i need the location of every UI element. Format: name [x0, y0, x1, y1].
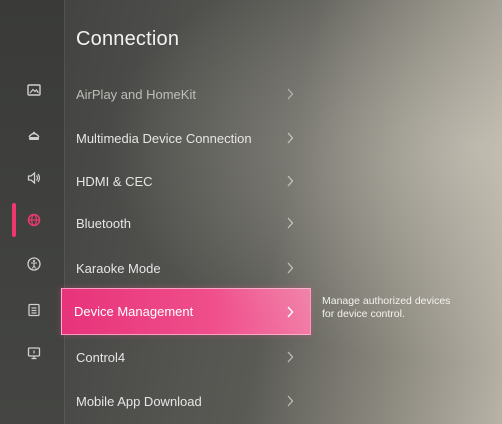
- chevron-right-icon: [287, 395, 294, 407]
- menu-item-control4[interactable]: Control4: [64, 335, 310, 379]
- menu-item-device-management[interactable]: Device Management: [61, 288, 311, 335]
- menu-item-mobile-app-download[interactable]: Mobile App Download: [64, 379, 310, 423]
- menu-item-label: Multimedia Device Connection: [76, 130, 252, 146]
- menu-item-label: AirPlay and HomeKit: [76, 86, 196, 102]
- selected-item-description: Manage authorized devices for device con…: [322, 295, 492, 321]
- monitor-info-icon[interactable]: [26, 345, 42, 361]
- menu-item-karaoke-mode[interactable]: Karaoke Mode: [64, 246, 310, 290]
- sidebar-active-indicator: [12, 203, 16, 237]
- chevron-right-icon: [287, 262, 294, 274]
- menu-item-hdmi-cec[interactable]: HDMI & CEC: [64, 159, 310, 203]
- menu-item-label: Device Management: [74, 304, 194, 319]
- menu-item-bluetooth[interactable]: Bluetooth: [64, 201, 310, 245]
- description-line: Manage authorized devices: [322, 295, 451, 307]
- tv-settings-screen: Connection AirPlay and HomeKit Multimedi…: [0, 0, 502, 424]
- menu-item-airplay-homekit[interactable]: AirPlay and HomeKit: [64, 72, 310, 116]
- list-icon[interactable]: [26, 302, 42, 318]
- chevron-right-icon: [287, 306, 294, 317]
- chevron-right-icon: [287, 132, 294, 144]
- chevron-right-icon: [287, 351, 294, 363]
- description-line: for device control.: [322, 308, 405, 320]
- chevron-right-icon: [287, 217, 294, 229]
- speaker-icon[interactable]: [26, 170, 42, 186]
- menu-item-label: Karaoke Mode: [76, 260, 161, 276]
- menu-item-label: Mobile App Download: [76, 393, 202, 409]
- sound-mode-icon[interactable]: [26, 127, 42, 143]
- menu-item-label: HDMI & CEC: [76, 173, 153, 189]
- page-title: Connection: [76, 28, 180, 50]
- menu-item-multimedia-device-connection[interactable]: Multimedia Device Connection: [64, 116, 310, 160]
- chevron-right-icon: [287, 175, 294, 187]
- chevron-right-icon: [287, 88, 294, 100]
- picture-icon[interactable]: [26, 82, 42, 98]
- menu-item-label: Bluetooth: [76, 215, 131, 231]
- menu-item-label: Control4: [76, 349, 126, 365]
- accessibility-icon[interactable]: [26, 256, 42, 272]
- globe-connection-icon[interactable]: [26, 212, 42, 228]
